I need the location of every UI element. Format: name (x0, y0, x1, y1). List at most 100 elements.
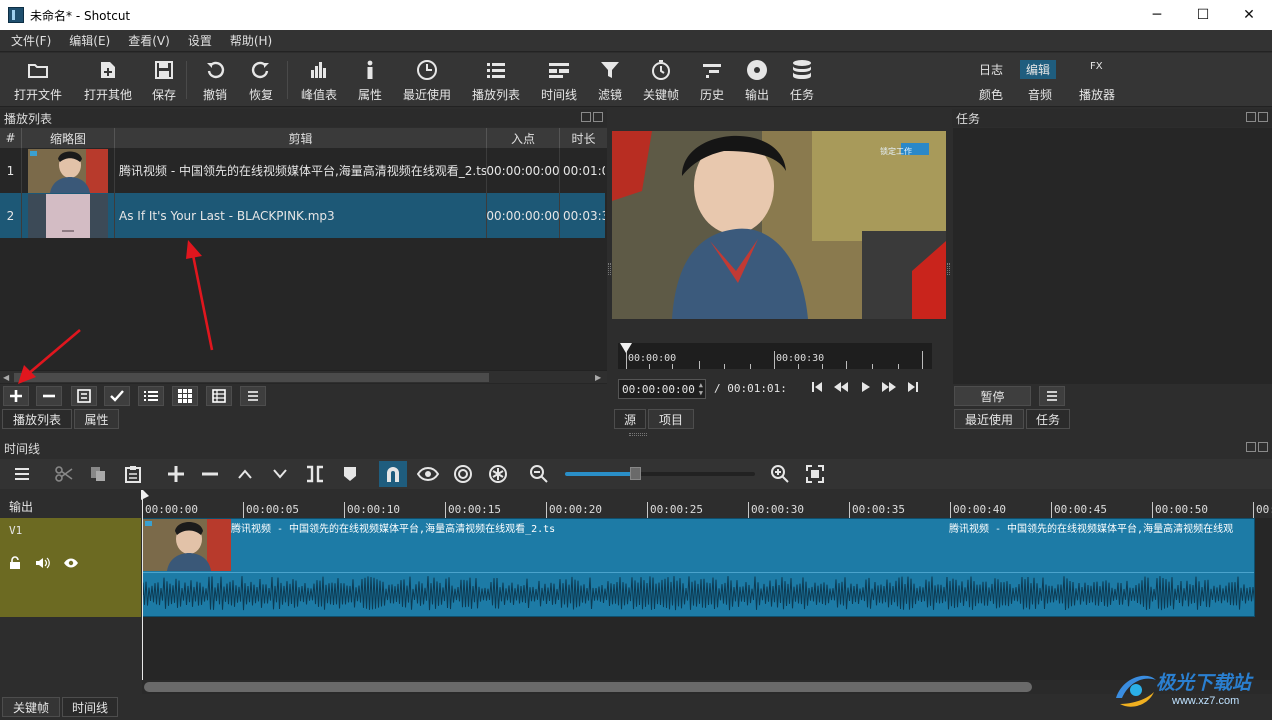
column-thumbnail[interactable]: 缩略图 (22, 128, 115, 148)
close-button[interactable]: ✕ (1226, 0, 1272, 30)
select-playlist-button[interactable] (104, 386, 130, 406)
remove-icon[interactable] (198, 463, 222, 485)
track-header-v1[interactable]: V1 (0, 518, 141, 617)
zoom-slider[interactable] (565, 467, 755, 480)
timeline-playhead[interactable] (141, 490, 149, 680)
timeline-toggle-button[interactable]: 时间线 (541, 58, 577, 104)
timeline-menu-icon[interactable] (10, 463, 34, 485)
tab-recent[interactable]: 最近使用 (954, 409, 1024, 429)
playlist-menu-button[interactable] (240, 386, 266, 406)
peak-meter-button[interactable]: 峰值表 (301, 58, 337, 104)
recent-button[interactable]: 最近使用 (403, 58, 451, 104)
close-icon[interactable] (593, 112, 603, 122)
playlist-horizontal-scrollbar[interactable]: ◀ ▶ (0, 370, 607, 383)
export-button[interactable]: 输出 (745, 58, 769, 104)
playhead-marker-icon[interactable] (620, 343, 632, 353)
jobs-button[interactable]: 任务 (790, 58, 814, 104)
pause-jobs-button[interactable]: 暂停 (954, 386, 1031, 406)
timeline-horizontal-scrollbar[interactable] (142, 680, 1272, 694)
playlist-toggle-button[interactable]: 播放列表 (472, 58, 520, 104)
minimize-button[interactable]: ─ (1134, 0, 1180, 30)
playlist-row[interactable]: 1 腾讯视频 - 中国领先的在线视频媒体平台,海量高清视频在线观看_2.ts 0… (0, 148, 605, 193)
tab-keyframes[interactable]: 关键帧 (2, 697, 60, 717)
timeline-ruler[interactable]: 00:00:00 00:00:05 00:00:10 00:00:15 00:0… (142, 490, 1272, 518)
layout-edit[interactable]: 编辑 (1020, 60, 1057, 79)
scrollbar-thumb[interactable] (14, 373, 489, 382)
history-button[interactable]: 历史 (700, 58, 724, 104)
list-view-button[interactable] (138, 386, 164, 406)
overwrite-icon[interactable] (268, 463, 292, 485)
detail-view-button[interactable] (206, 386, 232, 406)
close-icon[interactable] (1258, 112, 1268, 122)
tab-project[interactable]: 项目 (648, 409, 694, 429)
keyframes-button[interactable]: 关键帧 (643, 58, 679, 104)
menu-edit[interactable]: 编辑(E) (62, 32, 117, 49)
float-icon[interactable] (581, 112, 591, 122)
snap-magnet-icon[interactable] (379, 461, 407, 487)
column-duration[interactable]: 时长 (560, 128, 607, 148)
split-icon[interactable] (303, 463, 327, 485)
float-icon[interactable] (1246, 112, 1256, 122)
playhead-marker-icon[interactable] (141, 490, 149, 500)
properties-button[interactable]: 属性 (358, 58, 382, 104)
menu-view[interactable]: 查看(V) (121, 32, 177, 49)
scroll-right-icon[interactable]: ▶ (595, 373, 601, 382)
redo-button[interactable]: 恢复 (249, 58, 273, 104)
current-timecode-field[interactable]: 00:00:00:00 ▲ ▼ (618, 379, 706, 399)
splitter-handle[interactable] (629, 433, 647, 436)
scrub-eye-icon[interactable] (416, 463, 440, 485)
menu-file[interactable]: 文件(F) (4, 32, 58, 49)
save-button[interactable]: 保存 (152, 58, 176, 104)
remove-from-playlist-button[interactable] (36, 386, 62, 406)
menu-help[interactable]: 帮助(H) (223, 32, 279, 49)
column-clip[interactable]: 剪辑 (115, 128, 487, 148)
rewind-icon[interactable] (833, 381, 849, 393)
layout-audio[interactable]: 音频 (1022, 85, 1058, 104)
lock-icon[interactable] (8, 556, 22, 570)
scroll-left-icon[interactable]: ◀ (3, 373, 9, 382)
lift-icon[interactable] (233, 463, 257, 485)
splitter-handle[interactable] (608, 263, 611, 275)
append-icon[interactable] (164, 463, 188, 485)
menu-settings[interactable]: 设置 (181, 32, 219, 49)
paste-icon[interactable] (121, 463, 145, 485)
zoom-fit-icon[interactable] (803, 463, 827, 485)
player-scrub-bar[interactable]: 00:00:00 00:00:30 (618, 343, 932, 369)
filters-button[interactable]: 滤镜 (598, 58, 622, 104)
skip-previous-icon[interactable] (810, 381, 824, 393)
open-other-button[interactable]: 打开其他 (84, 58, 132, 104)
playlist-row[interactable]: 2 As If It's Your Last - BLACKPINK.mp3 0… (0, 193, 605, 238)
splitter-handle[interactable] (947, 263, 950, 275)
video-preview[interactable]: 锁定工作 (612, 131, 946, 319)
zoom-slider-handle[interactable] (630, 467, 642, 480)
ripple-all-icon[interactable] (486, 463, 510, 485)
zoom-in-icon[interactable] (768, 463, 792, 485)
layout-color[interactable]: 颜色 (973, 85, 1009, 104)
tab-properties[interactable]: 属性 (74, 409, 119, 429)
tab-source[interactable]: 源 (614, 409, 646, 429)
eye-icon[interactable] (63, 557, 79, 569)
float-icon[interactable] (1246, 442, 1256, 452)
speaker-icon[interactable] (35, 556, 51, 570)
update-playlist-button[interactable] (71, 386, 97, 406)
skip-next-icon[interactable] (906, 381, 920, 393)
copy-icon[interactable] (86, 463, 110, 485)
column-number[interactable]: # (0, 128, 22, 148)
jobs-menu-button[interactable] (1039, 386, 1065, 406)
grid-view-button[interactable] (172, 386, 198, 406)
ripple-icon[interactable] (451, 463, 475, 485)
column-in[interactable]: 入点 (487, 128, 560, 148)
zoom-out-icon[interactable] (527, 463, 551, 485)
add-to-playlist-button[interactable] (3, 386, 29, 406)
tab-jobs[interactable]: 任务 (1026, 409, 1070, 429)
fast-forward-icon[interactable] (881, 381, 897, 393)
open-file-button[interactable]: 打开文件 (14, 58, 62, 104)
marker-icon[interactable] (338, 463, 362, 485)
play-icon[interactable] (858, 381, 872, 393)
layout-log[interactable]: 日志 (973, 60, 1009, 79)
timeline-clip[interactable]: 腾讯视频 - 中国领先的在线视频媒体平台,海量高清视频在线观看_2.ts 腾讯视… (142, 518, 1255, 617)
tab-playlist[interactable]: 播放列表 (2, 409, 72, 429)
tab-timeline[interactable]: 时间线 (62, 697, 118, 717)
scrollbar-thumb[interactable] (144, 682, 1032, 692)
cut-icon[interactable] (52, 463, 76, 485)
